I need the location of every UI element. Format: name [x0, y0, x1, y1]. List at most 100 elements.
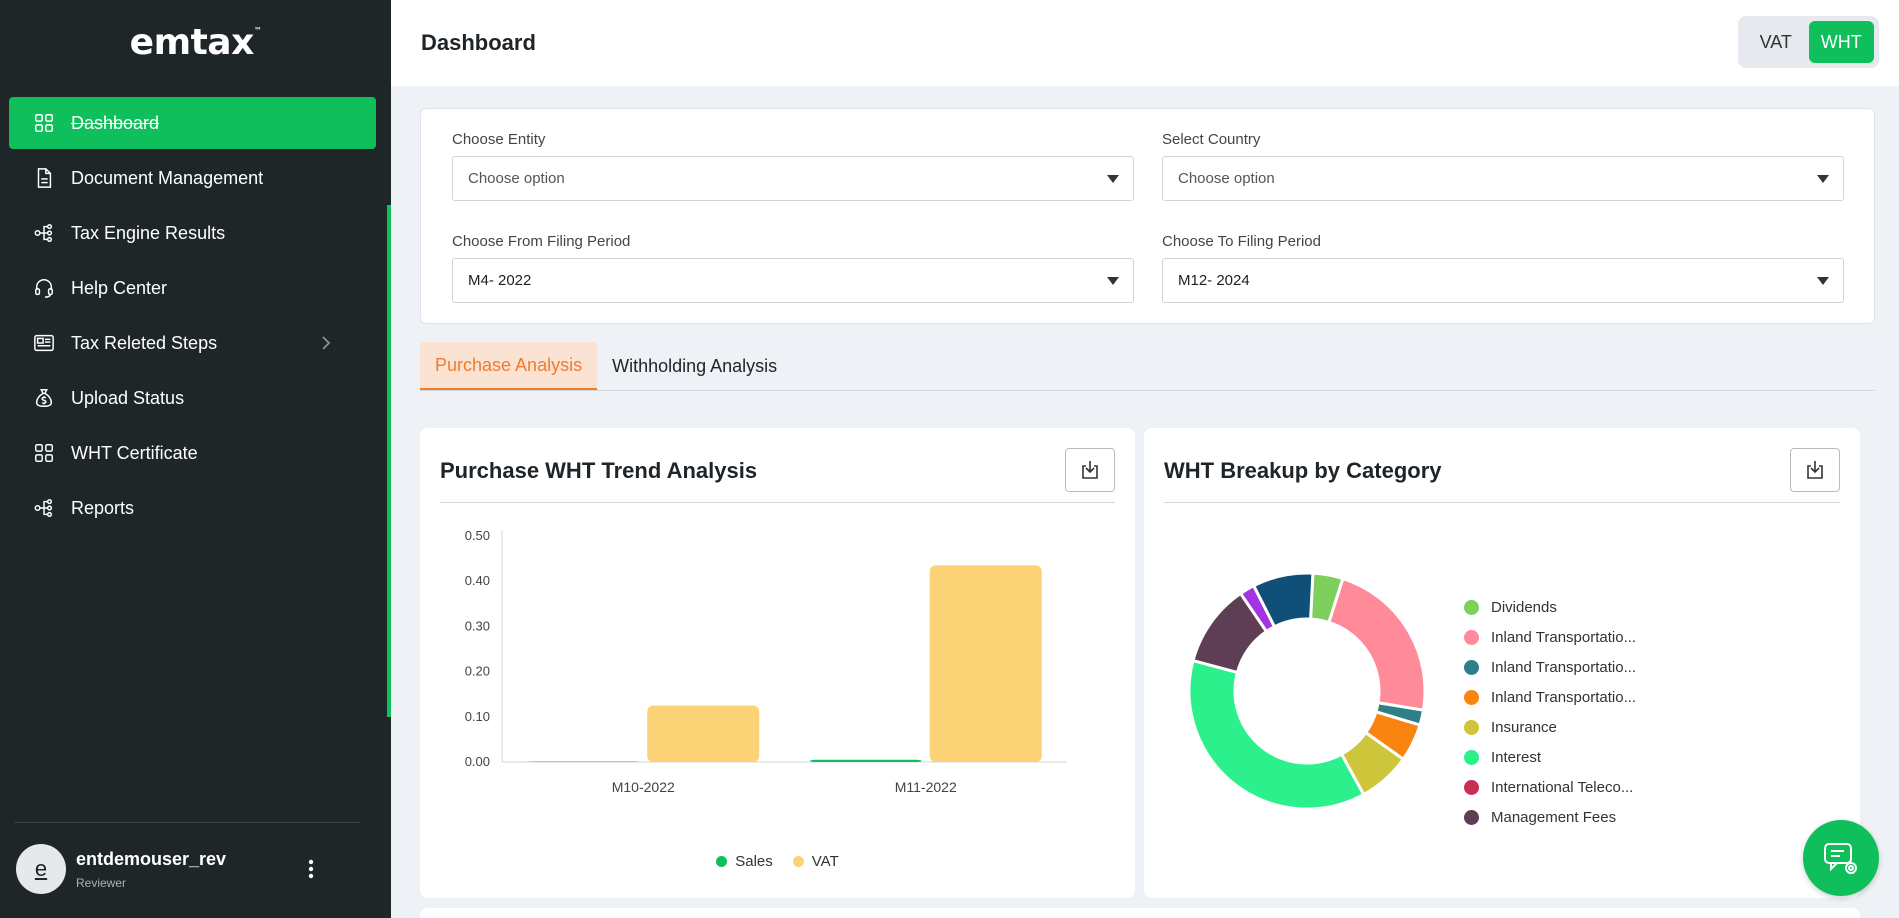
x-tick-label: M10-2022: [612, 779, 675, 795]
analysis-tabs: Purchase Analysis Withholding Analysis: [420, 342, 1875, 391]
sidebar-item-tax-engine-results[interactable]: Tax Engine Results: [9, 207, 376, 259]
user-name: entdemouser_rev: [76, 848, 227, 869]
legend-dot: [1464, 629, 1479, 645]
legend-label: Inland Transportatio...: [1491, 628, 1637, 646]
to-period-select[interactable]: M12- 2024: [1162, 258, 1844, 303]
legend-label: Interest: [1491, 748, 1542, 766]
sidebar-item-label: Upload Status: [71, 387, 185, 408]
from-period-value: M4- 2022: [468, 272, 532, 289]
trend-card-title: Purchase WHT Trend Analysis: [440, 458, 758, 483]
entity-select[interactable]: Choose option: [452, 156, 1134, 201]
legend-dot: [792, 856, 804, 867]
download-icon: [1807, 461, 1823, 479]
chat-support-button[interactable]: [1803, 820, 1879, 896]
legend-label: Dividends: [1491, 598, 1557, 616]
legend-item[interactable]: VAT: [792, 853, 839, 870]
sidebar-item-document-management[interactable]: Document Management: [9, 152, 376, 204]
kebab-menu-icon[interactable]: [300, 858, 322, 880]
legend-label: VAT: [811, 853, 839, 870]
legend-dot: [1464, 599, 1479, 615]
legend-dot: [1464, 809, 1479, 825]
y-tick-label: 0.20: [465, 664, 490, 679]
sidebar-item-dashboard[interactable]: Dashboard: [9, 97, 376, 149]
divider: [1164, 502, 1840, 503]
sidebar-item-label: Tax Engine Results: [71, 222, 226, 243]
legend-item[interactable]: Sales: [716, 853, 773, 870]
legend-item[interactable]: Management Fees: [1464, 802, 1636, 832]
country-value: Choose option: [1178, 170, 1275, 187]
entity-filter: Choose Entity Choose option: [452, 131, 1134, 201]
download-button[interactable]: [1065, 448, 1115, 492]
breakup-card: WHT Breakup by Category Dividends Inland …: [1144, 428, 1860, 898]
legend-item[interactable]: Dividends: [1464, 592, 1636, 622]
tab-withholding-analysis[interactable]: Withholding Analysis: [597, 342, 792, 390]
document-icon: [37, 168, 52, 188]
page-title: Dashboard: [421, 30, 536, 55]
sidebar-item-label: Help Center: [71, 277, 168, 298]
caret-down-icon: [1817, 277, 1829, 285]
headset-icon: [35, 279, 53, 298]
sidebar-item-upload-status[interactable]: Upload Status: [9, 372, 376, 424]
legend-dot: [1464, 659, 1479, 675]
legend-item[interactable]: International Teleco...: [1464, 772, 1636, 802]
legend-dot: [1464, 689, 1479, 705]
y-tick-label: 0.40: [465, 573, 490, 588]
breakup-card-title: WHT Breakup by Category: [1164, 458, 1442, 483]
grid-icon: [35, 444, 53, 462]
legend-label: Insurance: [1491, 718, 1557, 736]
bar-chart-legend: Sales VAT: [420, 853, 1135, 870]
app-logo[interactable]: emtax™: [0, 22, 391, 63]
trend-card: Purchase WHT Trend Analysis 0.00 0.10 0.20…: [420, 428, 1135, 898]
avatar[interactable]: e: [16, 844, 66, 894]
chevron-right-icon: [322, 336, 331, 350]
country-label: Select Country: [1162, 131, 1261, 148]
sidebar-item-label: Tax Releted Steps: [71, 332, 218, 353]
toggle-wht[interactable]: WHT: [1808, 21, 1874, 63]
sidebar-item-tax-releted-steps[interactable]: Tax Releted Steps: [9, 317, 376, 369]
divider: [14, 822, 360, 823]
tab-purchase-analysis[interactable]: Purchase Analysis: [420, 342, 598, 390]
sidebar-item-label: Document Management: [71, 167, 264, 188]
download-button[interactable]: [1790, 448, 1840, 492]
divider: [440, 502, 1115, 503]
user-profile[interactable]: e entdemouser_rev Reviewer: [16, 844, 226, 894]
from-period-label: Choose From Filing Period: [452, 233, 631, 250]
bar-sales: [527, 761, 640, 762]
country-select[interactable]: Choose option: [1162, 156, 1844, 201]
x-tick-label: M11-2022: [895, 779, 957, 795]
legend-label: Inland Transportatio...: [1491, 658, 1637, 676]
y-tick-label: 0.00: [465, 754, 490, 769]
sidebar: emtax™ Dashboard Document Management Tax…: [0, 0, 391, 918]
donut-chart-legend: Dividends Inland Transportatio... Inland T…: [1464, 592, 1636, 832]
legend-item[interactable]: Inland Transportatio...: [1464, 622, 1636, 652]
from-period-select[interactable]: M4- 2022: [452, 258, 1134, 303]
tax-type-toggle: VAT WHT: [1738, 16, 1879, 68]
legend-item[interactable]: Inland Transportatio...: [1464, 682, 1636, 712]
caret-down-icon: [1107, 277, 1119, 285]
money-bag-icon: [35, 389, 53, 407]
user-role: Reviewer: [76, 875, 127, 890]
legend-item[interactable]: Insurance: [1464, 712, 1636, 742]
sidebar-item-wht-certificate[interactable]: WHT Certificate: [9, 427, 376, 479]
sidebar-nav: Dashboard Document Management Tax Engine…: [9, 97, 376, 537]
legend-label: Sales: [735, 853, 773, 870]
legend-item[interactable]: Inland Transportatio...: [1464, 652, 1636, 682]
legend-item[interactable]: Interest: [1464, 742, 1636, 772]
next-card: [420, 908, 1860, 918]
legend-dot: [1464, 779, 1479, 795]
toggle-vat[interactable]: VAT: [1743, 21, 1809, 63]
legend-label: Inland Transportatio...: [1491, 688, 1637, 706]
legend-label: Management Fees: [1491, 808, 1617, 826]
sidebar-item-help-center[interactable]: Help Center: [9, 262, 376, 314]
list-card-icon: [34, 334, 54, 352]
to-period-value: M12- 2024: [1178, 272, 1250, 289]
sidebar-item-reports[interactable]: Reports: [9, 482, 376, 534]
y-tick-label: 0.50: [465, 528, 490, 543]
bar-vat: [929, 565, 1042, 762]
sidebar-scrollbar[interactable]: [387, 205, 391, 717]
entity-label: Choose Entity: [452, 131, 546, 148]
from-period-filter: Choose From Filing Period M4- 2022: [452, 233, 1134, 303]
sidebar-item-label: WHT Certificate: [71, 442, 198, 463]
y-tick-label: 0.10: [465, 709, 490, 724]
donut-chart: [1187, 571, 1427, 811]
